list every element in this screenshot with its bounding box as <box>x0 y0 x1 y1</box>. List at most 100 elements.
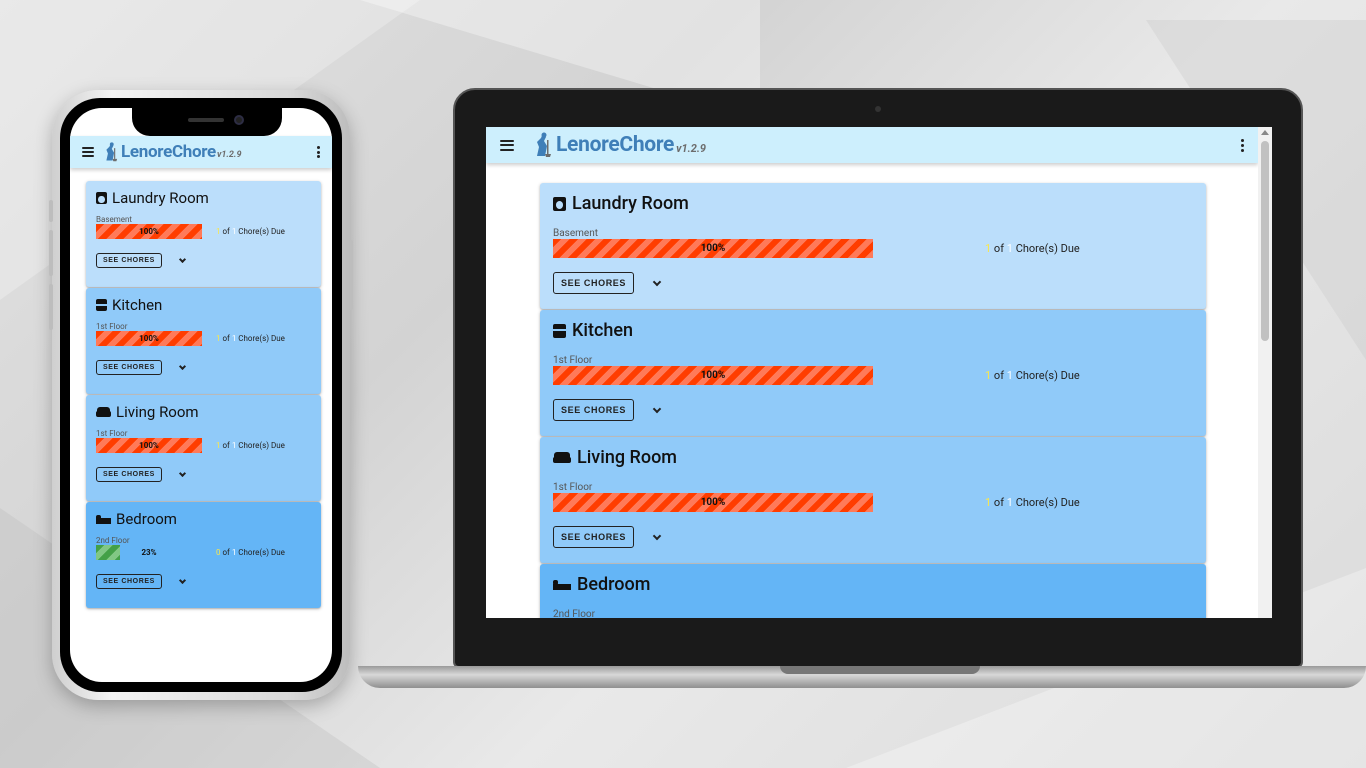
due-count: 1 <box>985 496 992 509</box>
fridge-icon <box>553 323 566 338</box>
due-count: 1 <box>216 441 221 450</box>
due-label: Chore(s) Due <box>1015 369 1080 382</box>
room-card-kitchen: Kitchen 1st Floor 100% 1 of 1 Chore(s) D… <box>86 288 321 394</box>
app-logo[interactable]: LenoreChore v1.2.9 <box>534 132 706 158</box>
room-floor: Basement <box>96 215 132 224</box>
progress-percent: 100% <box>700 243 726 254</box>
progress-percent: 100% <box>139 334 159 343</box>
progress-percent: 100% <box>139 227 159 236</box>
chevron-down-icon[interactable] <box>652 531 662 540</box>
progress-row: 100% 1 of 1 Chore(s) Due <box>553 239 1193 258</box>
of-label: of <box>222 334 230 343</box>
due-label: Chore(s) Due <box>238 441 285 450</box>
chevron-down-icon[interactable] <box>652 277 662 286</box>
due-count: 1 <box>216 227 221 236</box>
chevron-down-icon[interactable] <box>178 255 186 263</box>
chevron-down-icon[interactable] <box>178 576 186 584</box>
card-actions: SEE CHORES <box>96 253 311 268</box>
see-chores-button[interactable]: SEE CHORES <box>96 574 162 589</box>
see-chores-button[interactable]: SEE CHORES <box>553 399 635 421</box>
card-actions: SEE CHORES <box>96 360 311 375</box>
phone-mute-button <box>49 200 53 222</box>
progress-row: 100% 1 of 1 Chore(s) Due <box>553 366 1193 385</box>
hamburger-menu-icon[interactable] <box>82 147 94 157</box>
laptop-screen: LenoreChore v1.2.9 Laundry Room Basement… <box>486 127 1272 618</box>
see-chores-button[interactable]: SEE CHORES <box>553 526 635 548</box>
app-bar: LenoreChore v1.2.9 <box>486 127 1258 163</box>
room-floor: 1st Floor <box>96 429 128 438</box>
total-count: 1 <box>231 334 237 343</box>
scrollbar-thumb[interactable] <box>1261 141 1269 341</box>
chevron-down-icon[interactable] <box>652 404 662 413</box>
chores-due-summary: 1 of 1 Chore(s) Due <box>985 496 1080 509</box>
due-count: 1 <box>985 242 992 255</box>
total-count: 1 <box>1006 369 1013 382</box>
chores-due-summary: 1 of 1 Chore(s) Due <box>216 334 285 343</box>
chores-due-summary: 1 of 1 Chore(s) Due <box>985 242 1080 255</box>
chevron-down-icon[interactable] <box>178 469 186 477</box>
room-name: Bedroom <box>577 574 651 595</box>
phone-speaker <box>188 118 224 122</box>
app-bar: LenoreChore v1.2.9 <box>70 136 332 168</box>
room-floor: 2nd Floor <box>96 536 130 545</box>
more-options-icon[interactable] <box>1240 138 1244 152</box>
of-label: of <box>993 496 1005 509</box>
scrollbar[interactable] <box>1258 127 1272 618</box>
progress-percent: 23% <box>141 548 157 557</box>
total-count: 1 <box>1006 242 1013 255</box>
janitor-logo-icon <box>106 142 118 162</box>
room-card-laundry-room: Laundry Room Basement 100% 1 of 1 Chore(… <box>86 181 321 287</box>
room-floor: 2nd Floor <box>553 609 596 618</box>
progress-row: 100% 1 of 1 Chore(s) Due <box>553 493 1193 512</box>
washing-machine-icon <box>96 192 107 204</box>
hamburger-menu-icon[interactable] <box>500 139 514 151</box>
chores-due-summary: 1 of 1 Chore(s) Due <box>985 369 1080 382</box>
of-label: of <box>222 441 230 450</box>
see-chores-button[interactable]: SEE CHORES <box>96 253 162 268</box>
total-count: 1 <box>231 227 237 236</box>
room-floor: 1st Floor <box>96 322 128 331</box>
see-chores-button[interactable]: SEE CHORES <box>96 467 162 482</box>
room-card-laundry-room: Laundry Room Basement 100% 1 of 1 Chore(… <box>540 183 1206 309</box>
bed-icon <box>96 513 111 525</box>
room-card-kitchen: Kitchen 1st Floor 100% 1 of 1 Chore(s) D… <box>540 310 1206 436</box>
of-label: of <box>993 242 1005 255</box>
more-options-icon[interactable] <box>316 146 320 158</box>
room-name: Living Room <box>116 403 199 421</box>
progress-row: 100% 1 of 1 Chore(s) Due <box>96 331 311 346</box>
see-chores-button[interactable]: SEE CHORES <box>96 360 162 375</box>
progress-row: 100% 1 of 1 Chore(s) Due <box>96 224 311 239</box>
sofa-icon <box>96 406 111 418</box>
app-version: v1.2.9 <box>676 141 707 155</box>
see-chores-button[interactable]: SEE CHORES <box>553 272 635 294</box>
room-title-row: Bedroom <box>96 510 311 528</box>
logo-text-lenore: Lenore <box>556 133 620 157</box>
card-actions: SEE CHORES <box>96 574 311 589</box>
due-label: Chore(s) Due <box>1015 496 1080 509</box>
laptop-mockup: LenoreChore v1.2.9 Laundry Room Basement… <box>453 88 1303 668</box>
logo-text-chore: Chore <box>619 133 675 157</box>
room-card-living-room: Living Room 1st Floor 100% 1 of 1 Chore(… <box>540 437 1206 563</box>
chores-due-summary: 1 of 1 Chore(s) Due <box>216 441 285 450</box>
total-count: 1 <box>1006 496 1013 509</box>
room-card-list: Laundry Room Basement 100% 1 of 1 Chore(… <box>540 183 1206 618</box>
card-actions: SEE CHORES <box>553 272 1193 294</box>
phone-notch <box>132 108 282 136</box>
bed-icon <box>553 578 571 592</box>
room-title-row: Living Room <box>553 447 1193 468</box>
card-actions: SEE CHORES <box>96 467 311 482</box>
room-card-bedroom: Bedroom 2nd Floor 23% 0 of 1 Chore(s) Du… <box>86 502 321 608</box>
of-label: of <box>222 227 230 236</box>
progress-bar: 100% <box>96 224 202 239</box>
washing-machine-icon <box>553 196 566 211</box>
fridge-icon <box>96 299 107 311</box>
chevron-down-icon[interactable] <box>178 362 186 370</box>
phone-power-button <box>349 240 353 310</box>
phone-bezel: LenoreChore v1.2.9 Laundry Room Basement… <box>60 98 342 692</box>
app-logo[interactable]: LenoreChore v1.2.9 <box>104 142 241 162</box>
phone-volume-down-button <box>49 284 53 330</box>
due-count: 0 <box>216 548 221 557</box>
due-label: Chore(s) Due <box>238 227 285 236</box>
progress-bar: 23% <box>96 545 202 560</box>
scroll-up-arrow-icon[interactable] <box>1261 130 1269 135</box>
